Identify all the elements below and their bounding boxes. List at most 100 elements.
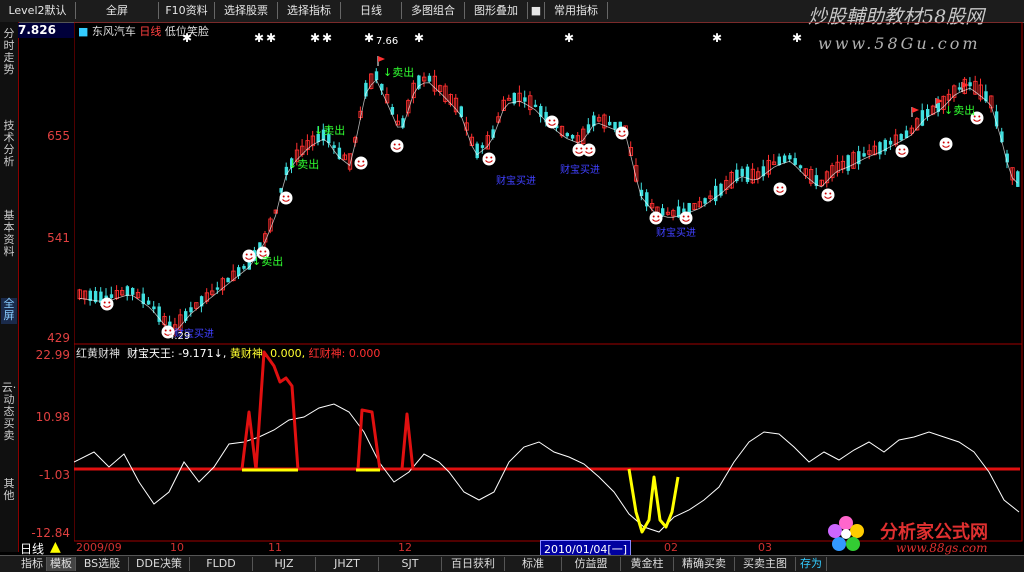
low-price-label: 4.29	[168, 331, 190, 342]
sell-signal-label: ↓卖出	[314, 123, 345, 137]
candle-down	[613, 121, 617, 130]
flag-icon	[377, 56, 385, 66]
triangle-icon[interactable]: ▲	[50, 539, 61, 555]
candle-down	[608, 121, 612, 126]
tab-cloud-trading[interactable]: 云·动态买卖	[1, 382, 17, 462]
tab-other[interactable]: 其他	[1, 478, 17, 504]
candle-down	[645, 192, 649, 207]
peak-price-label: 7.66	[376, 36, 398, 47]
candle-down	[189, 307, 193, 313]
bottom-tab[interactable]: HJZ	[253, 557, 316, 571]
star-icon: ✱	[414, 31, 424, 45]
candle-down	[480, 145, 485, 148]
lock-icon[interactable]: ■	[528, 2, 545, 19]
candle-down	[703, 198, 707, 204]
indicator-tick: 10.98	[35, 410, 70, 424]
bottom-tab[interactable]: 黄金柱	[621, 557, 674, 571]
tab-fundamental[interactable]: 基本资料	[1, 210, 17, 258]
time-label: 11	[268, 541, 282, 554]
tab-intraday[interactable]: 分时走势	[1, 28, 17, 76]
bottom-tab[interactable]: 买卖主图	[735, 557, 796, 571]
candle-down	[523, 97, 527, 102]
bottom-tab[interactable]: 指标	[18, 557, 47, 571]
buy-signal-label: 财宝买进	[496, 174, 536, 187]
time-label: 02	[664, 541, 678, 554]
tab-technical[interactable]: 技术分析	[1, 120, 17, 168]
sell-signal-label: ↓卖出	[252, 254, 283, 268]
candle-down	[793, 158, 797, 165]
smiley-face-icon	[615, 126, 629, 140]
candle-down	[862, 153, 866, 157]
candle-down	[926, 108, 930, 117]
bottom-tabs: 指标 模板 BS选股 DDE决策 FLDD HJZ JHZT SJT 百日获利 标准 仿益盟 黄金柱精…	[0, 555, 1024, 572]
bottom-tab[interactable]: 标准	[505, 557, 562, 571]
candle-down	[427, 75, 432, 82]
time-label: 2009/09	[76, 541, 122, 554]
bottom-tab[interactable]: JHZT	[316, 557, 379, 571]
candle-down	[109, 294, 114, 298]
y-axis: 7.826 655 541 429 22.99 10.98 -1.03 -12.…	[18, 22, 74, 542]
toolbar-common-indicators[interactable]: 常用指标	[545, 2, 608, 19]
candle-down	[586, 124, 591, 133]
bottom-tab[interactable]: 仿益盟	[562, 557, 621, 571]
toolbar-overlay[interactable]: 图形叠加	[465, 2, 528, 19]
price-tick: 541	[47, 231, 70, 245]
yellow-god-line	[627, 468, 680, 534]
star-icon: ✱	[564, 31, 574, 45]
smiley-face-icon	[482, 152, 496, 166]
sell-signal-label: ↓卖出	[288, 157, 319, 171]
candle-down	[788, 155, 792, 160]
candle-down	[1016, 171, 1020, 187]
candle-down	[888, 140, 893, 145]
candle-down	[152, 306, 156, 310]
candle-down	[125, 286, 130, 296]
tab-fullscreen[interactable]: 全屏	[1, 298, 17, 324]
red-god-line	[400, 412, 415, 471]
star-icon: ✱	[364, 31, 374, 45]
buy-signal-label: 财宝买进	[560, 163, 600, 176]
star-icon: ✱	[310, 31, 320, 45]
star-icon: ✱	[322, 31, 332, 45]
candle-down	[417, 75, 421, 89]
bottom-tab[interactable]: 模板	[47, 557, 76, 571]
bottom-tab[interactable]: 存为	[796, 557, 827, 571]
bottom-tab[interactable]: FLDD	[190, 557, 253, 571]
left-tab-column: 分时走势 技术分析 基本资料 全屏 云·动态买卖 其他	[0, 22, 19, 552]
smiley-face-icon	[545, 115, 559, 129]
bottom-tab[interactable]: BS选股	[76, 557, 129, 571]
red-god-line	[356, 408, 382, 471]
smiley-face-icon	[649, 211, 663, 225]
toolbar-daily[interactable]: 日线	[341, 2, 402, 19]
buy-signal-label: 财宝买进	[656, 226, 696, 239]
bottom-tab[interactable]: SJT	[379, 557, 442, 571]
kline-chart[interactable]: ✱ ✱ ✱ ✱ ✱ ✱ ✱ ✱ ✱ ✱ ↓卖出↓卖出↓卖出↓卖出↓卖出财宝买进财宝买进财宝买进财宝…	[74, 22, 1024, 542]
indicator-tick: 22.99	[35, 348, 70, 362]
star-icon: ✱	[182, 31, 192, 45]
candle-down	[968, 82, 972, 87]
price-tick: 655	[47, 129, 70, 143]
toolbar-level2-default[interactable]: Level2默认	[0, 2, 76, 19]
time-label: 03	[758, 541, 772, 554]
smiley-face-icon	[582, 143, 596, 157]
toolbar-select-indicator[interactable]: 选择指标	[278, 2, 341, 19]
candle-down	[957, 87, 962, 90]
toolbar-f10[interactable]: F10资料	[159, 2, 215, 19]
bottom-tab[interactable]: 百日获利	[442, 557, 505, 571]
smiley-face-icon	[939, 137, 953, 151]
candle-down	[740, 168, 744, 177]
smiley-face-icon	[354, 156, 368, 170]
toolbar-select-stock[interactable]: 选择股票	[215, 2, 278, 19]
candle-down	[226, 277, 230, 283]
bottom-tab[interactable]: DDE决策	[129, 557, 190, 571]
star-icon: ✱	[254, 31, 264, 45]
star-icon: ✱	[712, 31, 722, 45]
smiley-face-icon	[679, 211, 693, 225]
toolbar-fullscreen[interactable]: 全屏	[76, 2, 159, 19]
candle-down	[215, 287, 220, 290]
candle-down	[374, 71, 379, 81]
bottom-tab[interactable]: 精确买卖	[674, 557, 735, 571]
toolbar-multi-chart[interactable]: 多图组合	[402, 2, 465, 19]
red-god-line	[240, 350, 300, 472]
star-icon: ✱	[792, 31, 802, 45]
flag-icon	[911, 107, 919, 117]
